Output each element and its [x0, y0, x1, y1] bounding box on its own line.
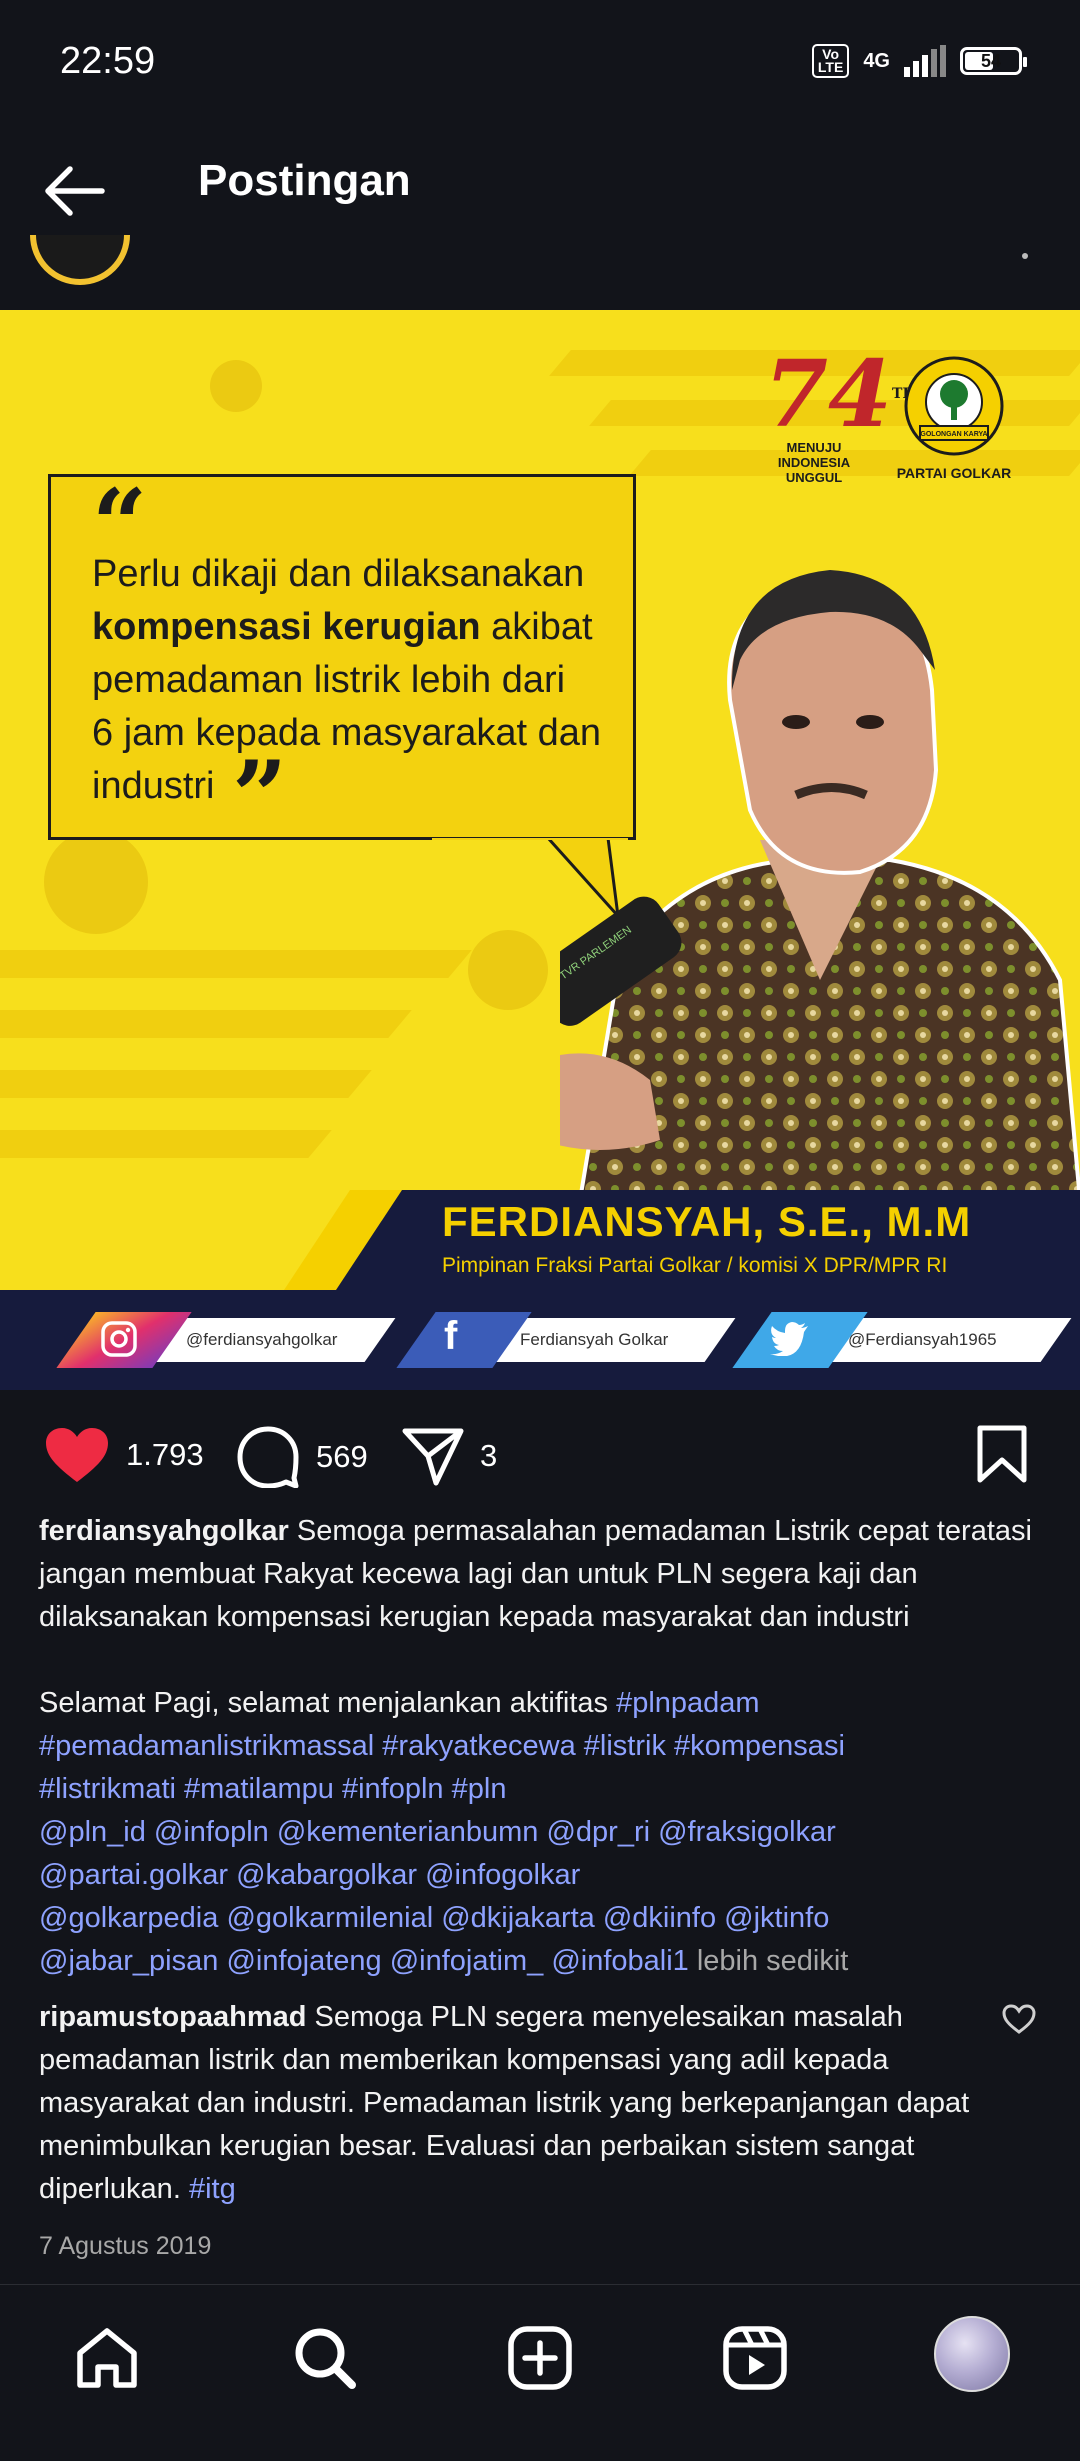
hashtag-link[interactable]: #itg [189, 2173, 236, 2205]
golkar-logo: GOLONGAN KARYA PARTAI GOLKAR [894, 354, 1014, 481]
facebook-glyph-icon: f [444, 1314, 458, 1358]
social-facebook: f Ferdiansyah Golkar [380, 1312, 736, 1370]
quote-line: kompensasi kerugian akibat [92, 601, 632, 654]
share-send-icon[interactable] [402, 1426, 464, 1486]
twitter-bird-icon [770, 1322, 808, 1356]
signal-icon [904, 45, 946, 77]
twitter-handle: @Ferdiansyah1965 [848, 1330, 997, 1349]
search-icon[interactable] [290, 2323, 360, 2393]
anniversary-sub: INDONESIA [777, 455, 851, 470]
comment-username[interactable]: ripamustopaahmad [39, 2001, 307, 2033]
comment-action[interactable]: 569 [236, 1426, 368, 1488]
caption-greeting-line: Selamat Pagi, selamat menjalankan aktifi… [39, 1682, 1049, 1725]
home-icon[interactable] [72, 2323, 142, 2393]
quote-text: Perlu dikaji dan dilaksanakan kompensasi… [92, 548, 632, 813]
mention-links[interactable]: @pln_id @infopln @kementerianbumn @dpr_r… [39, 1811, 1049, 1854]
quote-line: 6 jam kepada masyarakat dan [92, 712, 602, 754]
show-less-link[interactable]: lebih sedikit [689, 1945, 849, 1977]
quote-close-mark: ” [232, 740, 288, 853]
facebook-handle: Ferdiansyah Golkar [520, 1330, 669, 1349]
social-instagram: @ferdiansyahgolkar [40, 1312, 396, 1370]
mention-links[interactable]: @partai.golkar @kabargolkar @infogolkar [39, 1854, 1049, 1897]
create-post-icon[interactable] [505, 2323, 575, 2393]
mention-links[interactable]: @jabar_pisan @infojateng @infojatim_ @in… [39, 1945, 689, 1977]
post-actions: 1.793 569 3 [0, 1400, 1080, 1510]
instagram-glyph-icon [101, 1321, 137, 1357]
battery-icon: 54 [960, 47, 1027, 75]
quote-line: Perlu dikaji dan dilaksanakan [92, 553, 585, 595]
network-type: 4G [863, 49, 890, 72]
hashtag-links[interactable]: #pemadamanlistrikmassal #rakyatkecewa #l… [39, 1725, 1049, 1768]
bottom-navigation [0, 2284, 1080, 2461]
comment-count: 569 [316, 1439, 368, 1474]
comment-icon[interactable] [236, 1426, 300, 1488]
reels-icon[interactable] [720, 2323, 790, 2393]
caption-greeting: Selamat Pagi, selamat menjalankan aktifi… [39, 1687, 617, 1719]
back-arrow-icon[interactable] [40, 156, 110, 226]
post-caption: ferdiansyahgolkar Semoga permasalahan pe… [39, 1510, 1049, 1983]
header: Postingan [0, 130, 1080, 250]
caption-username[interactable]: ferdiansyahgolkar [39, 1515, 289, 1547]
anniversary-sub: UNGGUL [785, 470, 843, 485]
more-options-icon[interactable] [1022, 253, 1028, 259]
profile-avatar[interactable] [934, 2316, 1010, 2392]
golkar-ribbon-text: GOLONGAN KARYA [920, 431, 987, 438]
status-time: 22:59 [60, 40, 156, 82]
hashtag-links[interactable]: #listrikmati #matilampu #infopln #pln [39, 1768, 1049, 1811]
quote-line: industri [92, 765, 215, 807]
share-count: 3 [480, 1438, 498, 1473]
person-photo: TVR PARLEMEN [560, 570, 1080, 1200]
golkar-emblem-icon: GOLONGAN KARYA [904, 356, 1004, 456]
quote-emphasis: kompensasi kerugian [92, 606, 481, 648]
speaker-name: FERDIANSYAH, S.E., M.M [442, 1198, 972, 1245]
battery-percent: 54 [980, 51, 1002, 71]
page-title: Postingan [198, 156, 411, 205]
instagram-handle: @ferdiansyahgolkar [186, 1330, 338, 1349]
post-author-avatar[interactable] [30, 235, 134, 287]
hashtag-link[interactable]: #plnpadam [616, 1687, 760, 1719]
speaker-role: Pimpinan Fraksi Partai Golkar / komisi X… [442, 1254, 948, 1277]
caption-body: ferdiansyahgolkar Semoga permasalahan pe… [39, 1510, 1049, 1639]
like-action[interactable]: 1.793 [44, 1426, 204, 1484]
golkar-label: PARTAI GOLKAR [896, 465, 1012, 481]
mention-links[interactable]: @golkarpedia @golkarmilenial @dkijakarta… [39, 1897, 1049, 1940]
comment-like-icon[interactable] [1002, 2004, 1036, 2034]
quote-line: pemadaman listrik lebih dari [92, 659, 566, 701]
social-twitter: @Ferdiansyah1965 [716, 1312, 1072, 1370]
status-icons: Vo LTE 4G 54 [811, 44, 1027, 78]
volte-icon: Vo LTE [811, 44, 850, 78]
anniversary-number: 74 [764, 340, 893, 448]
post-image[interactable]: “ Perlu dikaji dan dilaksanakan kompensa… [0, 310, 1080, 1390]
caption-last-line: @jabar_pisan @infojateng @infojatim_ @in… [39, 1940, 1049, 1983]
like-count: 1.793 [126, 1437, 204, 1472]
heart-filled-icon[interactable] [44, 1426, 110, 1484]
bookmark-icon[interactable] [976, 1424, 1028, 1484]
status-bar: 22:59 Vo LTE 4G 54 [0, 0, 1080, 130]
comment-item: ripamustopaahmad Semoga PLN segera menye… [39, 1996, 989, 2211]
post-date: 7 Agustus 2019 [39, 2232, 212, 2260]
anniversary-74-logo: 74TH MENUJU INDONESIA UNGGUL [764, 348, 916, 485]
share-action[interactable]: 3 [402, 1426, 497, 1486]
